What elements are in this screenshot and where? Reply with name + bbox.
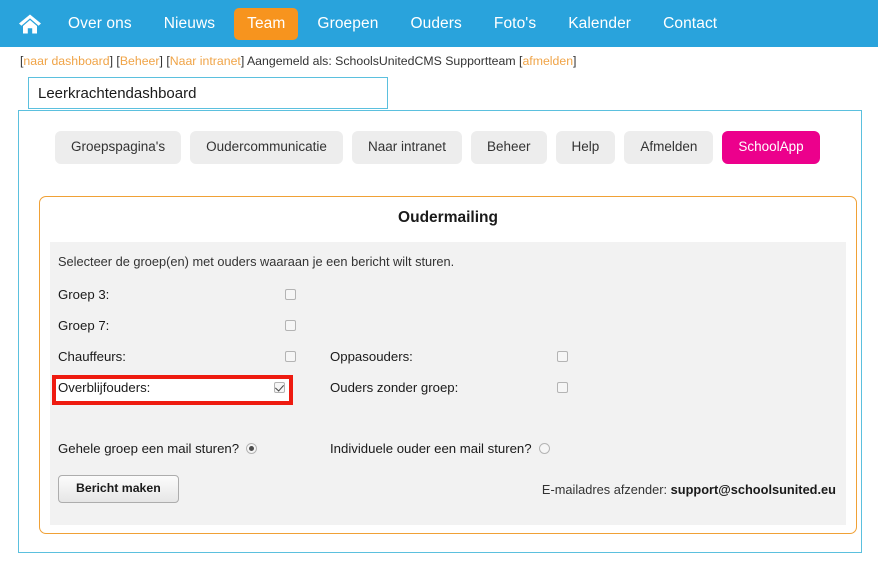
checkbox-cell-groep-7[interactable]: Groep 7: <box>58 318 298 333</box>
checkbox-label: Overblijfouders: <box>58 380 151 395</box>
mail-mode-radio-row: Gehele groep een mail sturen? Individuel… <box>50 441 846 467</box>
sender-email-line: E-mailadres afzender: support@schoolsuni… <box>542 482 836 497</box>
checkbox-row: Groep 3: <box>50 287 846 318</box>
breadcrumb-session-line: [naar dashboard] [Beheer] [Naar intranet… <box>0 47 878 68</box>
button-naar-intranet[interactable]: Naar intranet <box>351 131 462 164</box>
checkbox-row: Groep 7: <box>50 318 846 349</box>
bracket-close-4: ] <box>573 54 577 68</box>
instruction-text: Selecteer de groep(en) met ouders waaraa… <box>58 254 455 269</box>
button-beheer[interactable]: Beheer <box>471 131 547 164</box>
checkbox-label: Ouders zonder groep: <box>330 380 459 395</box>
checkbox-cell-overblijfouders[interactable]: Overblijfouders: <box>58 380 287 395</box>
link-beheer[interactable]: Beheer <box>120 54 160 68</box>
home-icon <box>18 13 42 35</box>
nav-item-fotos[interactable]: Foto's <box>481 8 549 40</box>
radio-label: Individuele ouder een mail sturen? <box>330 441 532 456</box>
button-afmelden[interactable]: Afmelden <box>624 131 714 164</box>
radio-cell-gehele-groep[interactable]: Gehele groep een mail sturen? <box>58 441 258 456</box>
checkbox-groep-7[interactable] <box>285 320 296 331</box>
checkbox-label: Groep 7: <box>58 318 110 333</box>
button-oudercommunicatie[interactable]: Oudercommunicatie <box>190 131 343 164</box>
checkbox-label: Oppasouders: <box>330 349 413 364</box>
radio-individuele-ouder[interactable] <box>538 443 550 454</box>
logged-in-as-text: Aangemeld als: SchoolsUnitedCMS Supportt… <box>246 54 520 68</box>
button-groepspaginas[interactable]: Groepspagina's <box>55 131 182 164</box>
top-navigation-bar: Over ons Nieuws Team Groepen Ouders Foto… <box>0 0 878 47</box>
nav-item-over-ons[interactable]: Over ons <box>55 8 145 40</box>
page-title-wrapper: Leerkrachtendashboard <box>0 68 878 109</box>
link-afmelden[interactable]: afmelden <box>522 54 573 68</box>
nav-item-contact[interactable]: Contact <box>650 8 730 40</box>
nav-item-nieuws[interactable]: Nieuws <box>151 8 228 40</box>
nav-item-groepen[interactable]: Groepen <box>304 8 391 40</box>
radio-cell-individuele-ouder[interactable]: Individuele ouder een mail sturen? <box>330 441 550 456</box>
button-schoolapp[interactable]: SchoolApp <box>722 131 820 164</box>
link-naar-intranet[interactable]: Naar intranet <box>170 54 241 68</box>
sender-label: E-mailadres afzender: <box>541 481 671 497</box>
checkbox-cell-groep-3[interactable]: Groep 3: <box>58 287 298 302</box>
checkbox-label: Chauffeurs: <box>58 349 126 364</box>
link-naar-dashboard[interactable]: naar dashboard <box>23 54 109 68</box>
group-checkbox-grid: Groep 3: Groep 7: Chauffeurs: Oppasouder… <box>50 287 846 411</box>
home-button[interactable] <box>8 0 52 47</box>
bericht-maken-button[interactable]: Bericht maken <box>58 475 179 503</box>
dashboard-button-row: Groepspagina's Oudercommunicatie Naar in… <box>19 111 861 164</box>
checkbox-row: Overblijfouders: Ouders zonder groep: <box>50 375 846 411</box>
checkbox-overblijfouders[interactable] <box>274 382 285 393</box>
oudermailing-panel: Oudermailing Selecteer de groep(en) met … <box>39 196 857 534</box>
dashboard-container: Groepspagina's Oudercommunicatie Naar in… <box>18 110 862 553</box>
checkbox-cell-chauffeurs[interactable]: Chauffeurs: <box>58 349 298 364</box>
radio-gehele-groep[interactable] <box>246 443 258 454</box>
checkbox-label: Groep 3: <box>58 287 110 302</box>
radio-label: Gehele groep een mail sturen? <box>58 441 240 456</box>
panel-title: Oudermailing <box>398 209 498 226</box>
nav-item-team[interactable]: Team <box>234 7 299 40</box>
page-title-value: Leerkrachtendashboard <box>38 84 197 102</box>
button-help[interactable]: Help <box>555 131 616 164</box>
checkbox-chauffeurs[interactable] <box>285 351 296 362</box>
page-title-input[interactable]: Leerkrachtendashboard <box>28 77 388 109</box>
checkbox-ouders-zonder-groep[interactable] <box>557 382 568 393</box>
panel-footer: Bericht maken E-mailadres afzender: supp… <box>58 475 836 503</box>
bracket-close-2: ] [ <box>159 54 170 68</box>
checkbox-oppasouders[interactable] <box>557 351 568 362</box>
nav-item-kalender[interactable]: Kalender <box>555 8 644 40</box>
checkbox-cell-oppasouders[interactable]: Oppasouders: <box>330 349 570 364</box>
bracket-close-1: ] [ <box>109 54 120 68</box>
nav-item-ouders[interactable]: Ouders <box>397 8 474 40</box>
checkbox-groep-3[interactable] <box>285 289 296 300</box>
checkbox-cell-ouders-zonder-groep[interactable]: Ouders zonder groep: <box>330 380 570 395</box>
panel-body: Selecteer de groep(en) met ouders waaraa… <box>50 242 846 525</box>
sender-email-value: support@schoolsunited.eu <box>670 481 836 497</box>
